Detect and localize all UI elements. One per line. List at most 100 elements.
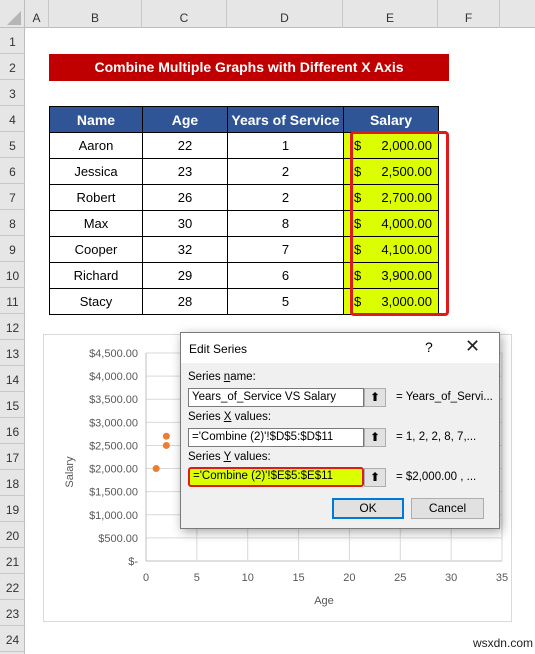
row-header-7[interactable]: 7 (0, 184, 25, 210)
y-tick-label: $4,000.00 (89, 371, 138, 383)
cell-salary[interactable]: $3,900.00 (343, 262, 439, 289)
row-header-19[interactable]: 19 (0, 496, 25, 522)
currency-symbol: $ (354, 164, 362, 179)
row-header-5[interactable]: 5 (0, 132, 25, 158)
data-point (162, 432, 170, 440)
table-row: Jessica 23 2 $2,500.00 (49, 158, 439, 185)
cell-age[interactable]: 22 (142, 132, 228, 159)
series-y-preview: = $2,000.00 , ... (396, 471, 477, 483)
y-tick-label: $- (128, 556, 138, 568)
cell-age[interactable]: 32 (142, 236, 228, 263)
y-tick-label: $4,500.00 (89, 348, 138, 360)
x-tick-label: 20 (343, 572, 355, 584)
cell-name[interactable]: Max (49, 210, 143, 237)
data-table: Name Age Years of Service Salary Aaron 22… (49, 106, 439, 315)
row-header-15[interactable]: 15 (0, 392, 25, 418)
close-icon[interactable]: ✕ (465, 336, 480, 357)
series-y-label: Series Y values: (188, 451, 271, 463)
cell-years-of-service[interactable]: 1 (227, 132, 344, 159)
row-header-17[interactable]: 17 (0, 444, 25, 470)
series-name-collapse-button[interactable]: ⬆︎ (364, 388, 386, 407)
cell-name[interactable]: Robert (49, 184, 143, 211)
row-header-9[interactable]: 9 (0, 236, 25, 262)
row-header-14[interactable]: 14 (0, 366, 25, 392)
cell-age[interactable]: 23 (142, 158, 228, 185)
series-y-values-input[interactable]: ='Combine (2)'!$E$5:$E$11 (188, 467, 364, 487)
ok-button[interactable]: OK (332, 498, 404, 519)
column-header-b[interactable]: B (49, 0, 142, 28)
cancel-button[interactable]: Cancel (411, 498, 484, 519)
help-icon[interactable]: ? (425, 339, 433, 355)
row-header-24[interactable]: 24 (0, 626, 25, 652)
cell-years-of-service[interactable]: 2 (227, 158, 344, 185)
sheet-title: Combine Multiple Graphs with Different X… (49, 54, 449, 81)
row-header-21[interactable]: 21 (0, 548, 25, 574)
series-x-preview: = 1, 2, 2, 8, 7,... (396, 431, 477, 443)
series-x-collapse-button[interactable]: ⬆︎ (364, 428, 386, 447)
cell-age[interactable]: 28 (142, 288, 228, 315)
cell-name[interactable]: Stacy (49, 288, 143, 315)
row-header-20[interactable]: 20 (0, 522, 25, 548)
cell-salary[interactable]: $4,100.00 (343, 236, 439, 263)
y-tick-label: $1,000.00 (89, 510, 138, 522)
row-header-18[interactable]: 18 (0, 470, 25, 496)
cell-age[interactable]: 26 (142, 184, 228, 211)
row-header-2[interactable]: 2 (0, 54, 25, 80)
y-tick-label: $3,000.00 (89, 417, 138, 429)
series-name-input[interactable]: Years_of_Service VS Salary (188, 388, 364, 407)
cell-years-of-service[interactable]: 8 (227, 210, 344, 237)
row-header-8[interactable]: 8 (0, 210, 25, 236)
dialog-title-bar[interactable]: Edit Series ? ✕ (181, 333, 499, 363)
row-header-22[interactable]: 22 (0, 574, 25, 600)
row-header-1[interactable]: 1 (0, 28, 25, 54)
salary-value: 4,100.00 (381, 242, 432, 257)
cell-age[interactable]: 30 (142, 210, 228, 237)
header-age[interactable]: Age (142, 106, 228, 133)
currency-symbol: $ (354, 242, 362, 257)
cell-years-of-service[interactable]: 5 (227, 288, 344, 315)
x-tick-label: 0 (143, 572, 149, 584)
cell-salary[interactable]: $2,500.00 (343, 158, 439, 185)
cell-years-of-service[interactable]: 7 (227, 236, 344, 263)
row-header-10[interactable]: 10 (0, 262, 25, 288)
series-y-collapse-button[interactable]: ⬆︎ (364, 468, 386, 487)
header-years-of-service[interactable]: Years of Service (227, 106, 344, 133)
column-header-f[interactable]: F (438, 0, 500, 28)
series-x-values-input[interactable]: ='Combine (2)'!$D$5:$D$11 (188, 428, 364, 447)
column-header-c[interactable]: C (142, 0, 227, 28)
series-name-label: Series name: (188, 371, 256, 383)
select-all-button[interactable] (0, 0, 25, 28)
y-tick-label: $1,500.00 (89, 487, 138, 499)
column-header-d[interactable]: D (227, 0, 343, 28)
column-header-e[interactable]: E (343, 0, 438, 28)
cell-name[interactable]: Richard (49, 262, 143, 289)
x-tick-label: 30 (445, 572, 457, 584)
row-header-3[interactable]: 3 (0, 80, 25, 106)
row-header-13[interactable]: 13 (0, 340, 25, 366)
header-salary[interactable]: Salary (343, 106, 439, 133)
column-header-a[interactable]: A (25, 0, 49, 28)
row-header-16[interactable]: 16 (0, 418, 25, 444)
x-axis-title: Age (314, 595, 334, 607)
cell-age[interactable]: 29 (142, 262, 228, 289)
currency-symbol: $ (354, 190, 362, 205)
row-header-6[interactable]: 6 (0, 158, 25, 184)
collapse-arrow-icon: ⬆︎ (369, 390, 381, 404)
row-header-11[interactable]: 11 (0, 288, 25, 314)
row-header-4[interactable]: 4 (0, 106, 25, 132)
cell-salary[interactable]: $2,700.00 (343, 184, 439, 211)
cell-salary[interactable]: $4,000.00 (343, 210, 439, 237)
y-axis-title: Salary (64, 456, 76, 488)
cell-name[interactable]: Cooper (49, 236, 143, 263)
label-text: ame: (230, 371, 256, 383)
cell-years-of-service[interactable]: 6 (227, 262, 344, 289)
cell-years-of-service[interactable]: 2 (227, 184, 344, 211)
y-tick-label: $500.00 (98, 533, 138, 545)
cell-salary[interactable]: $2,000.00 (343, 132, 439, 159)
cell-name[interactable]: Aaron (49, 132, 143, 159)
cell-name[interactable]: Jessica (49, 158, 143, 185)
row-header-12[interactable]: 12 (0, 314, 25, 340)
header-name[interactable]: Name (49, 106, 143, 133)
row-header-23[interactable]: 23 (0, 600, 25, 626)
cell-salary[interactable]: $3,000.00 (343, 288, 439, 315)
